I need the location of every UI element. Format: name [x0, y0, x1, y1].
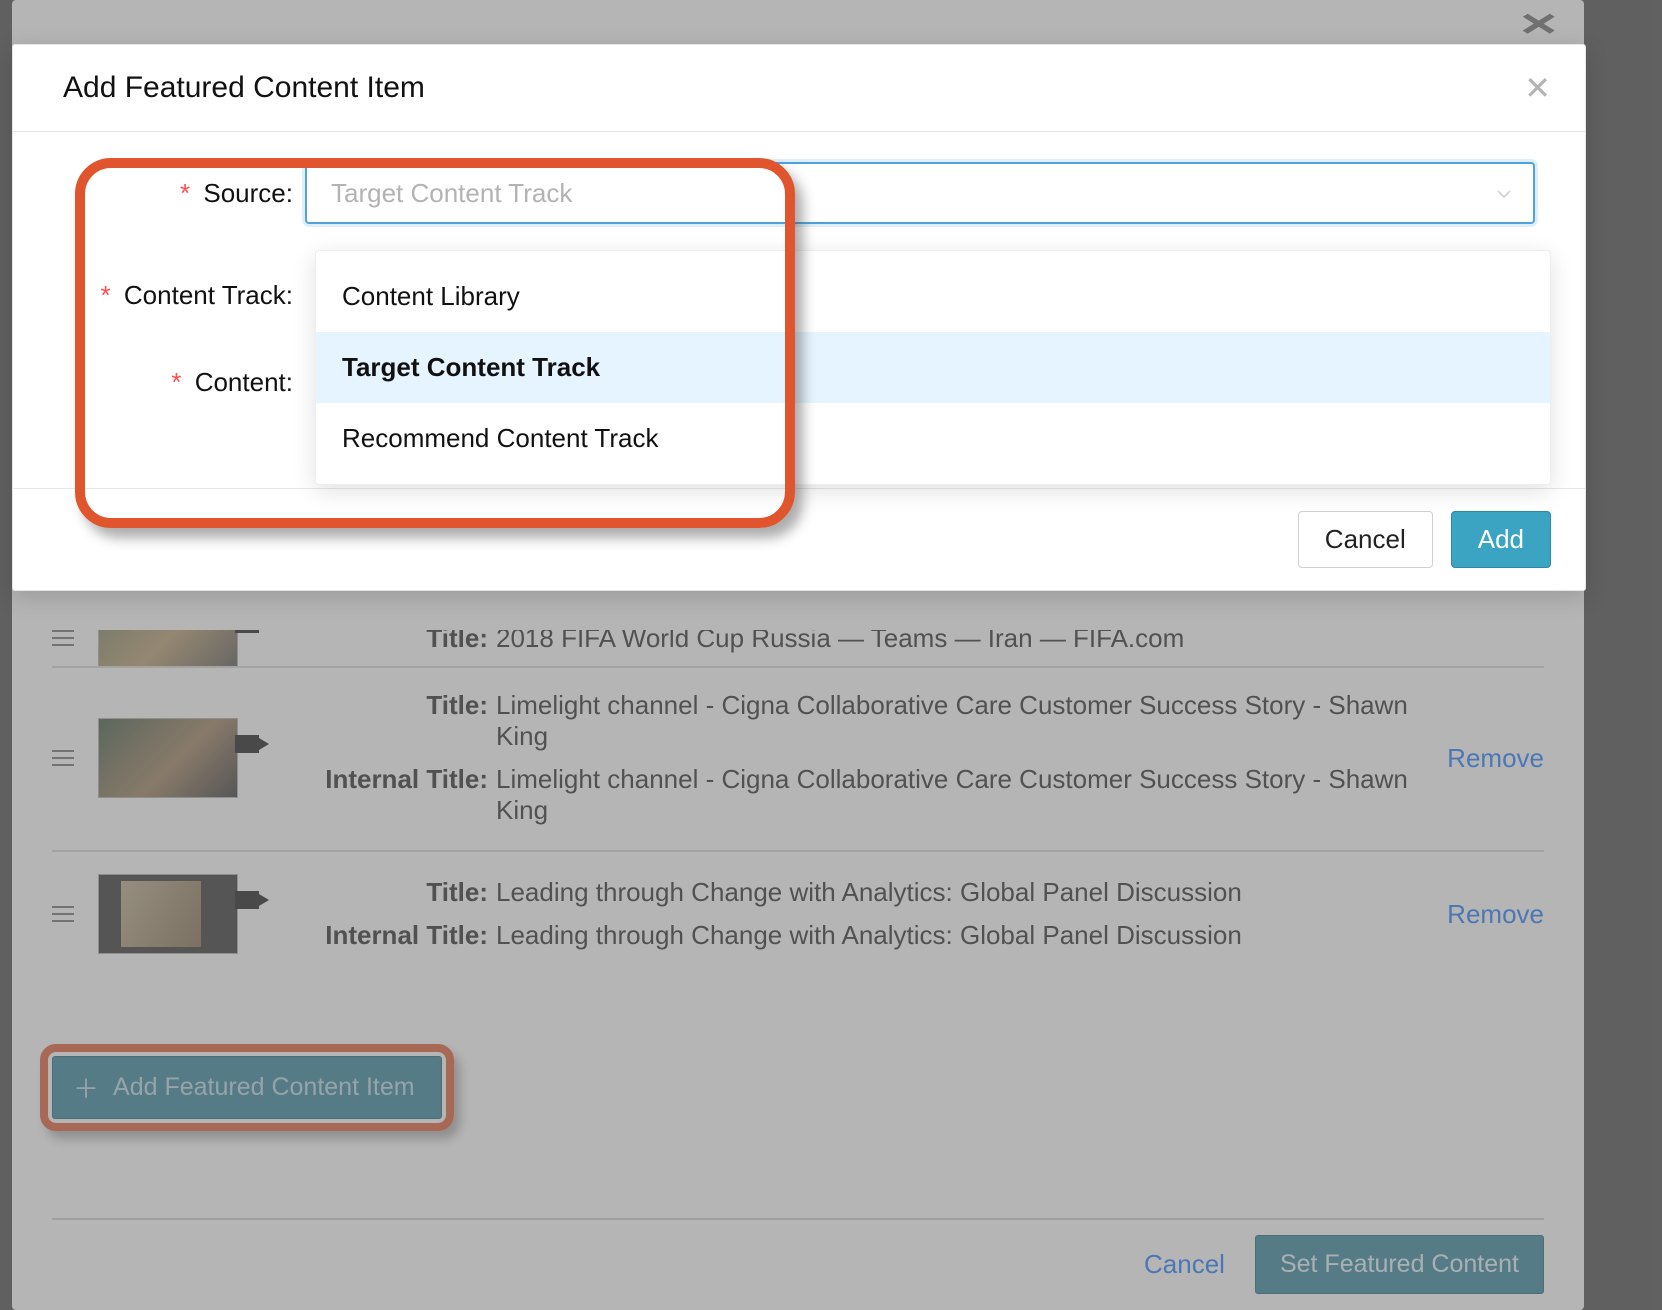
add-button[interactable]: Add — [1451, 511, 1551, 568]
title-value: Leading through Change with Analytics: G… — [496, 877, 1421, 908]
modal-footer: Cancel Add — [13, 488, 1585, 590]
video-icon — [235, 630, 259, 633]
add-featured-content-modal: Add Featured Content Item ✕ * Source: Ta… — [12, 44, 1586, 591]
add-featured-content-label: Add Featured Content Item — [113, 1073, 415, 1102]
dropdown-option-content-library[interactable]: Content Library — [316, 261, 1550, 332]
add-featured-content-button[interactable]: ＋ Add Featured Content Item — [52, 1056, 442, 1119]
chevron-down-icon — [1497, 183, 1511, 204]
source-row: * Source: Target Content Track — [63, 162, 1535, 224]
internal-title-value: Limelight channel - Cigna Collaborative … — [496, 764, 1421, 826]
internal-title-label: Internal Title: — [262, 920, 490, 951]
drag-handle-icon[interactable] — [52, 630, 84, 646]
list-item: Title: Leading through Change with Analy… — [52, 850, 1544, 978]
content-label: * Content: — [63, 367, 305, 398]
source-label: * Source: — [63, 178, 305, 209]
video-icon — [235, 891, 259, 909]
source-select-placeholder: Target Content Track — [331, 178, 572, 209]
title-label: Title: — [262, 877, 490, 908]
dropdown-option-recommend-content-track[interactable]: Recommend Content Track — [316, 403, 1550, 474]
remove-link[interactable]: Remove — [1421, 899, 1544, 930]
dropdown-option-target-content-track[interactable]: Target Content Track — [316, 332, 1550, 403]
title-value: Limelight channel - Cigna Collaborative … — [496, 690, 1421, 752]
set-featured-content-button[interactable]: Set Featured Content — [1255, 1235, 1544, 1294]
thumbnail — [98, 874, 238, 954]
close-icon[interactable]: ✕ — [1524, 69, 1551, 107]
modal-header: Add Featured Content Item ✕ — [13, 45, 1585, 132]
thumbnail — [98, 630, 238, 666]
item-meta: Title: Leading through Change with Analy… — [262, 877, 1421, 951]
content-track-label: * Content Track: — [63, 280, 305, 311]
title-label: Title: — [262, 630, 490, 654]
featured-content-list: Title: 2018 FIFA World Cup Russia — Team… — [52, 630, 1544, 978]
item-meta: Title: Limelight channel - Cigna Collabo… — [262, 690, 1421, 826]
source-select[interactable]: Target Content Track — [305, 162, 1535, 224]
internal-title-value: Leading through Change with Analytics: G… — [496, 920, 1421, 951]
required-asterisk: * — [180, 178, 190, 208]
required-asterisk: * — [101, 280, 111, 310]
modal-title: Add Featured Content Item — [63, 71, 425, 105]
underlying-close-icon[interactable]: × — [1520, 2, 1557, 47]
thumbnail — [98, 718, 238, 798]
video-icon — [235, 735, 259, 753]
title-value: 2018 FIFA World Cup Russia — Teams — Ira… — [496, 630, 1544, 654]
modal-body: * Source: Target Content Track Content L… — [13, 132, 1585, 488]
cancel-link[interactable]: Cancel — [1144, 1249, 1225, 1280]
remove-link[interactable]: Remove — [1421, 743, 1544, 774]
cancel-button[interactable]: Cancel — [1298, 511, 1433, 568]
title-label: Title: — [262, 690, 490, 721]
plus-icon: ＋ — [73, 1069, 99, 1106]
internal-title-label: Internal Title: — [262, 764, 490, 795]
panel-footer: Cancel Set Featured Content — [52, 1218, 1544, 1300]
drag-handle-icon[interactable] — [52, 750, 84, 766]
list-item: Title: Limelight channel - Cigna Collabo… — [52, 666, 1544, 850]
item-meta: Title: 2018 FIFA World Cup Russia — Team… — [262, 630, 1544, 654]
required-asterisk: * — [171, 367, 181, 397]
source-dropdown: Content Library Target Content Track Rec… — [315, 250, 1551, 485]
list-item: Title: 2018 FIFA World Cup Russia — Team… — [52, 630, 1544, 666]
drag-handle-icon[interactable] — [52, 906, 84, 922]
